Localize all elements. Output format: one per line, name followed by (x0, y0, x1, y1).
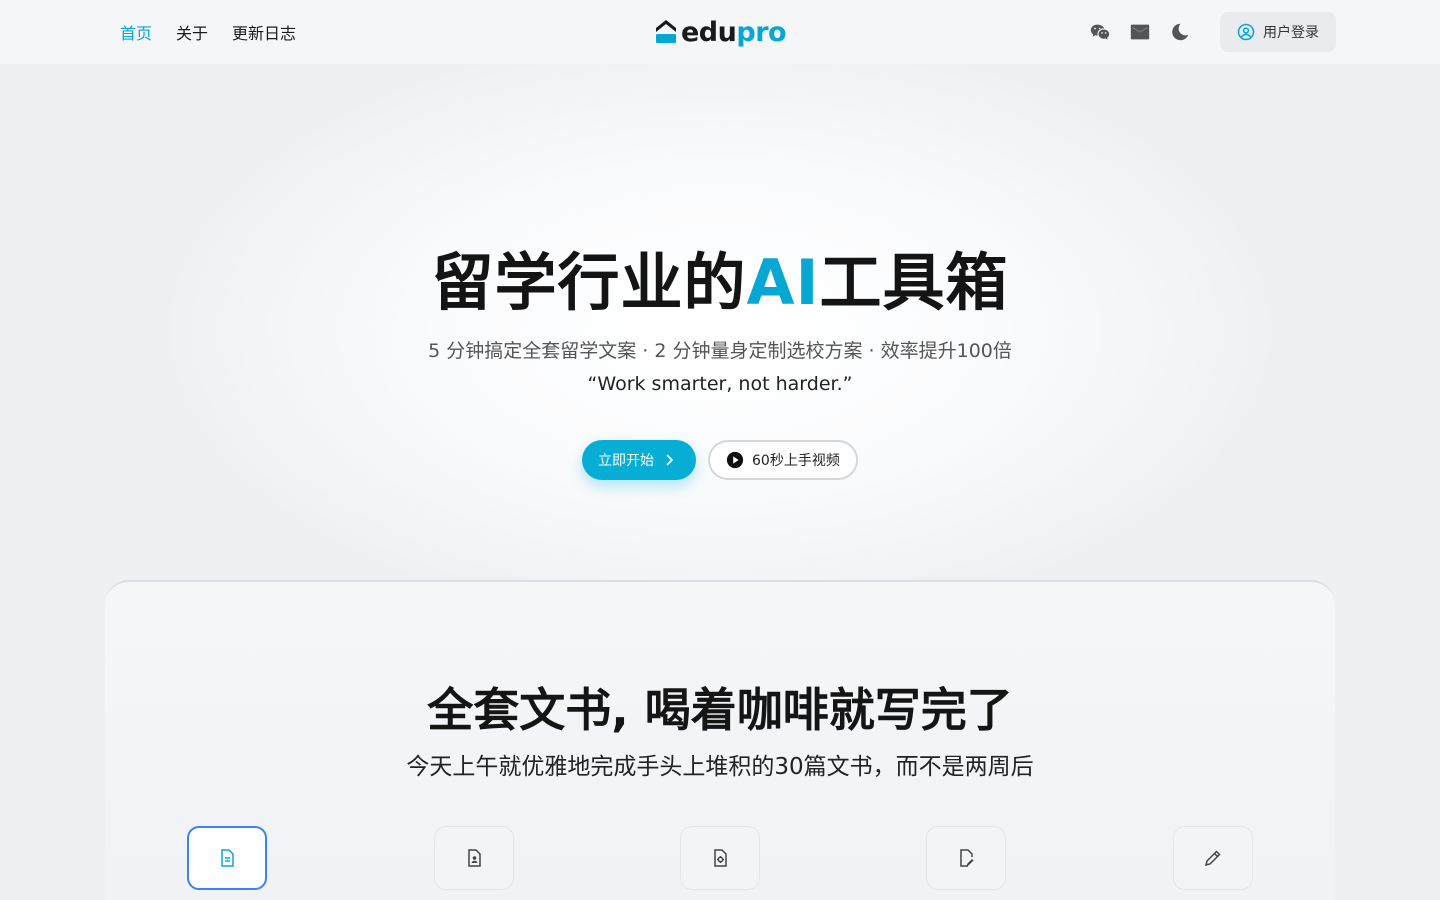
play-circle-icon (726, 451, 744, 469)
nav-link-about[interactable]: 关于 (176, 20, 208, 44)
video-button-label: 60秒上手视频 (752, 453, 840, 469)
section-title: 全套文书, 喝着咖啡就写完了 (427, 683, 1013, 737)
tool-tab-document[interactable] (187, 826, 267, 890)
start-button[interactable]: 立即开始 (582, 440, 696, 480)
file-edit-icon (960, 849, 974, 867)
nav-link-changelog[interactable]: 更新日志 (232, 20, 296, 44)
top-navbar: 首页 关于 更新日志 edupro 用户登录 (0, 0, 1440, 64)
nav-links: 首页 关于 更新日志 (120, 0, 296, 64)
tool-tab-file-edit[interactable] (926, 826, 1006, 890)
start-button-label: 立即开始 (598, 453, 654, 469)
tool-tabs (187, 826, 1253, 890)
wechat-icon[interactable] (1088, 20, 1112, 44)
pencil-icon (1204, 850, 1221, 867)
logo[interactable]: edupro (655, 16, 787, 48)
house-logo-icon (656, 20, 676, 43)
tool-tab-pencil[interactable] (1173, 826, 1253, 890)
login-button[interactable]: 用户登录 (1220, 12, 1336, 52)
hero-quote: “Work smarter, not harder.” (587, 373, 853, 395)
hero-subtitle: 5 分钟搞定全套留学文案 · 2 分钟量身定制选校方案 · 效率提升100倍 (428, 340, 1012, 362)
logo-text: edupro (681, 16, 787, 48)
mail-icon[interactable] (1128, 20, 1152, 44)
user-document-icon (468, 849, 481, 867)
nav-actions: 用户登录 (1088, 12, 1336, 52)
login-label: 用户登录 (1263, 25, 1319, 41)
moon-icon[interactable] (1168, 20, 1192, 44)
file-settings-icon (714, 849, 727, 867)
tool-tab-user-document[interactable] (434, 826, 514, 890)
chevron-right-icon (666, 454, 674, 466)
hero-title: 留学行业的AI工具箱 (431, 246, 1009, 319)
tool-tab-file-settings[interactable] (680, 826, 760, 890)
video-tutorial-button[interactable]: 60秒上手视频 (708, 440, 858, 480)
nav-link-home[interactable]: 首页 (120, 20, 152, 44)
user-circle-icon (1237, 23, 1255, 41)
document-icon (221, 849, 234, 867)
section-subtitle: 今天上午就优雅地完成手头上堆积的30篇文书，而不是两周后 (406, 754, 1034, 780)
hero-buttons: 立即开始 60秒上手视频 (582, 440, 858, 480)
